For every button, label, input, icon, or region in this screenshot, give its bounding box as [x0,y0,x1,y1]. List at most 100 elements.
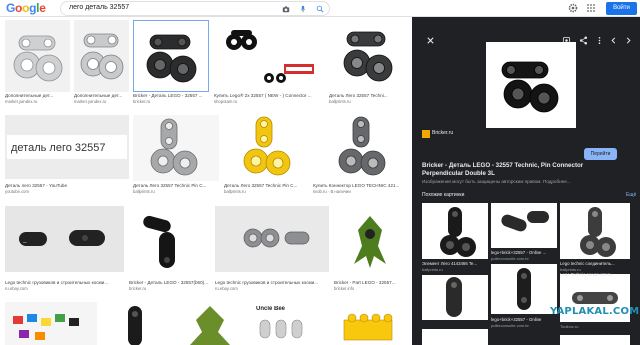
youtube-thumb-icon: деталь лего 32557 [7,135,127,159]
lego-part-icon [580,207,616,257]
result-thumb-2[interactable] [74,20,129,92]
result-thumb-17[interactable]: Uncle Bee [250,302,315,345]
lego-part-icon [501,211,549,232]
result-caption-7[interactable]: Деталь Лего 32557 Technic Pin C... [133,183,219,188]
related-thumb-9[interactable] [560,335,630,345]
result-thumb-12[interactable] [215,206,329,272]
result-source-10: ru.ebay.com [5,286,28,291]
lego-part-icon [343,31,393,82]
related-caption-4[interactable]: Элемент Лего 4143466 Te... [422,261,488,266]
lego-part-icon [226,30,314,83]
result-source-3: bricker.ru [133,99,151,104]
preview-title-line2[interactable]: Perpendicular Double 3L [422,170,495,177]
result-thumb-15[interactable] [100,302,170,345]
gear-icon[interactable] [568,3,578,13]
result-caption-4[interactable]: Купить Lego® 2x 32557 ( NEW - ) Connecto… [214,93,324,98]
close-icon[interactable] [426,36,435,45]
lego-part-icon [80,33,124,80]
see-all-link[interactable]: Ещё [626,192,636,198]
result-source-11: bricker.ru [129,286,147,291]
result-thumb-10[interactable]: ─ [5,206,124,272]
result-thumb-5[interactable] [329,20,406,92]
result-thumb-1[interactable] [5,20,70,92]
lego-bricks-icon [343,313,393,341]
result-source-8: ballprints.ru [224,189,246,194]
lego-part-icon [150,118,198,176]
related-caption-6[interactable]: Lego Technic соединитель... [560,272,630,277]
result-caption-1[interactable]: Дополнительные дет... [5,93,70,98]
logo-letter-g: G [6,1,16,15]
related-caption-3[interactable]: Lego technic соединитель... [560,261,630,266]
lego-part-icon [143,215,175,268]
result-source-4: shopotam.ru [214,99,238,104]
site-favicon [422,130,430,138]
result-thumb-18[interactable] [330,302,406,345]
sign-in-button[interactable]: Войти [606,2,637,15]
search-query: лего деталь 32557 [69,4,130,11]
result-source-1: market.yandex.ru [5,99,38,104]
result-thumb-3-selected[interactable] [133,20,209,92]
related-thumb-3[interactable] [560,203,630,259]
related-caption-7[interactable]: lego+brick+32557 - Online [491,317,557,322]
lego-part-icon [128,306,142,345]
related-source-4: ballprints.ru [422,267,443,272]
chevron-left-icon[interactable] [609,36,618,45]
result-thumb-11[interactable] [129,206,210,278]
result-caption-10[interactable]: Lego technic грузовиков и строительных к… [5,280,124,285]
result-caption-8[interactable]: Деталь Лего 32557 Technic Pin C... [224,183,309,188]
result-caption-11[interactable]: Bricker - Деталь LEGO - 32557(b60)... [129,280,210,285]
lego-part-icon [243,116,291,176]
camera-icon[interactable] [282,5,290,13]
result-thumb-16[interactable] [174,302,246,345]
result-thumb-9[interactable] [313,115,406,181]
search-icon[interactable] [316,5,324,13]
google-logo[interactable]: Google [6,1,46,15]
lego-robot-icon [190,306,230,345]
related-thumb-1[interactable] [422,203,488,259]
top-bar: Google лего деталь 32557 Войти [0,0,640,17]
result-thumb-4[interactable] [214,20,324,92]
copyright-note: Изображения могут быть защищены авторски… [422,179,571,184]
search-input[interactable]: лего деталь 32557 [60,1,330,16]
chevron-right-icon[interactable] [624,36,633,45]
result-thumb-7[interactable] [133,115,219,181]
result-source-7: ballprints.ru [133,189,155,194]
result-source-2: market.yandex.ru [74,99,107,104]
related-thumb-6[interactable] [422,275,488,320]
result-source-12: ru.ebay.com [215,286,238,291]
related-heading: Похожие картинки [422,192,465,198]
lego-part-icon [440,207,476,257]
preview-image[interactable] [486,42,576,128]
result-caption-6[interactable]: Деталь лего 32557 - YouTube [5,183,129,188]
result-caption-3[interactable]: Bricker - Деталь LEGO - 32557 ... [133,93,209,98]
share-icon[interactable] [579,36,588,45]
site-name[interactable]: Bricker.ru [432,130,453,136]
svg-text:деталь лего 32557: деталь лего 32557 [11,142,105,154]
result-caption-9[interactable]: Купить Коннектор LEGO TECHNIC 421... [313,183,406,188]
lego-part-icon [446,277,462,317]
result-caption-2[interactable]: Дополнительные дет... [74,93,129,98]
related-source-2: politeconsulte.com.br [491,256,529,261]
lego-part-icon [243,228,310,248]
result-caption-13[interactable]: Bricker - Part LEGO - 32557... [334,280,406,285]
result-thumb-8[interactable] [224,115,309,181]
result-thumb-13[interactable] [334,206,406,278]
related-thumb-5[interactable] [491,264,557,314]
related-caption-2[interactable]: lego+brick+32557 - Online ... [491,250,557,255]
result-thumb-6[interactable]: деталь лего 32557 [5,115,129,179]
lego-part-icon [13,35,63,82]
apps-grid-icon[interactable] [586,3,596,13]
result-thumb-14[interactable] [5,302,97,345]
more-vert-icon[interactable] [595,36,604,45]
microphone-icon[interactable] [299,5,307,13]
result-caption-12[interactable]: Lego technic грузовиков и строительных к… [215,280,329,285]
related-source-6: Toolbox.ru [560,324,579,329]
related-thumb-2[interactable] [491,203,557,248]
lego-part-icon [134,21,208,91]
related-source-7: politeconsulte.com.br [491,323,529,328]
lego-part-icon [338,116,386,176]
visit-button[interactable]: Перейти [584,148,617,160]
result-caption-5[interactable]: Деталь Лего 32557 Techni... [329,93,406,98]
preview-title[interactable]: Bricker - Деталь LEGO - 32557 Technic, P… [422,162,583,169]
related-thumb-8[interactable] [422,329,488,345]
